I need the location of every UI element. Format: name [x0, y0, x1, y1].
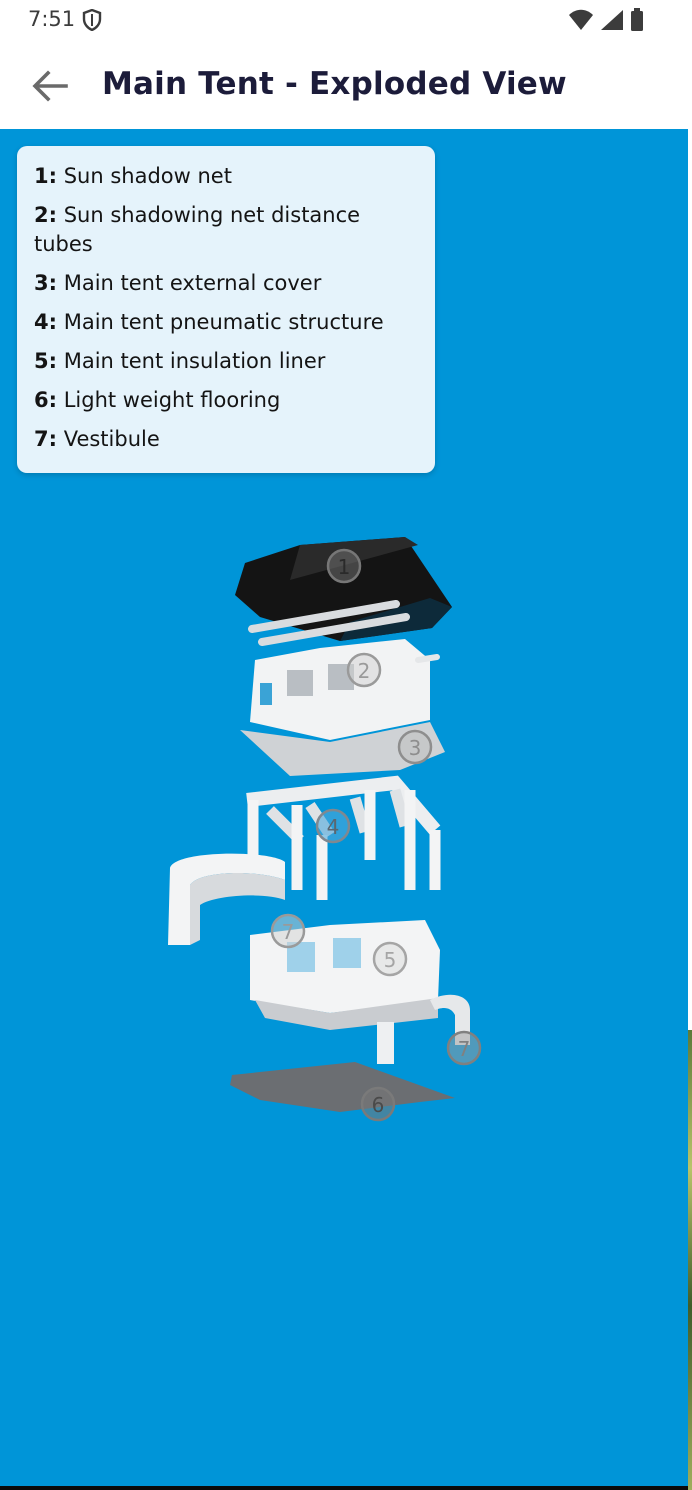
marker-4[interactable]: 4 [315, 808, 351, 844]
battery-icon [630, 8, 644, 36]
page-title: Main Tent - Exploded View [102, 66, 567, 102]
svg-text:6: 6 [372, 1093, 385, 1117]
marker-6[interactable]: 6 [360, 1086, 396, 1122]
svg-text:3: 3 [409, 736, 422, 760]
marker-7a[interactable]: 7 [270, 913, 306, 949]
svg-text:1: 1 [338, 555, 351, 579]
back-button[interactable] [22, 62, 78, 110]
background-texture [688, 1030, 692, 1490]
svg-text:7: 7 [282, 920, 295, 944]
status-bar: 7:51 [0, 0, 692, 40]
app-bar: Main Tent - Exploded View [0, 40, 692, 129]
marker-7b[interactable]: 7 [446, 1030, 482, 1066]
status-icons [568, 8, 644, 36]
svg-text:2: 2 [358, 659, 371, 683]
wifi-icon [568, 9, 594, 35]
marker-3[interactable]: 3 [397, 729, 433, 765]
svg-text:4: 4 [327, 815, 340, 839]
exploded-tent-model[interactable]: 1 2 3 4 7 5 7 6 [0, 129, 688, 1129]
arrow-back-icon [32, 70, 68, 102]
status-time: 7:51 [28, 7, 76, 31]
signal-icon [600, 9, 624, 35]
marker-1[interactable]: 1 [326, 548, 362, 584]
svg-text:7: 7 [458, 1037, 471, 1061]
bottom-edge [0, 1486, 688, 1490]
svg-text:5: 5 [384, 948, 397, 972]
flooring-part [230, 1062, 455, 1112]
shield-icon [82, 8, 102, 35]
marker-2[interactable]: 2 [346, 652, 382, 688]
marker-5[interactable]: 5 [372, 941, 408, 977]
